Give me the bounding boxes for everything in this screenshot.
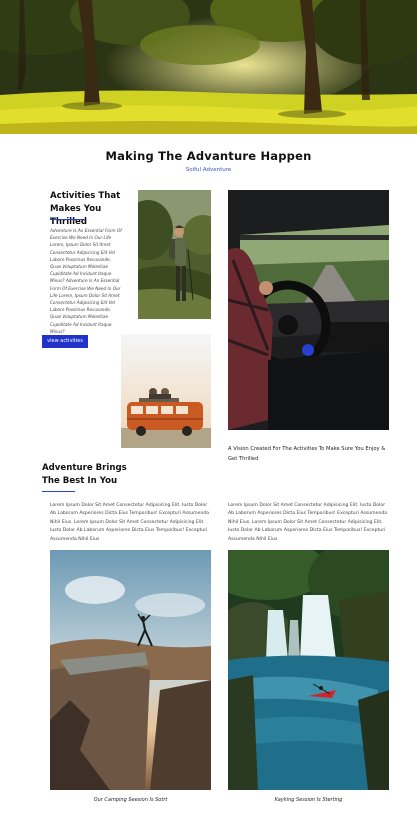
hiker-image [138,190,211,319]
waterfall-image [228,550,389,790]
view-activities-button[interactable]: view activities [42,335,88,348]
activities-heading-line1: Activities That [50,191,121,201]
page-title: Making The Advanture Happen [105,149,312,163]
brings-heading-line1: Adventure Brings [42,463,127,473]
column-right-text: Lorem Ipsum Dolor Sit Amet Consectetur A… [228,503,388,542]
cliff-image [50,550,211,790]
activities-description: Adventure Is An Essential Form Of Exerci… [50,228,122,334]
van-image [121,334,211,448]
activities-heading-underline [50,219,83,220]
brings-heading-line2: The Best In You [42,476,118,486]
vision-text: A Vision Created For The Activities To M… [228,446,386,462]
hero-image [0,0,417,134]
activities-heading: Activities That Makes You Thrilled [50,190,140,229]
brings-heading-underline [42,491,75,492]
driver-image [228,190,389,430]
cliff-caption: Our Camping Seesion Is Sotrt [93,797,168,803]
activities-heading-line2: Makes You Thrilled [50,204,102,227]
brings-heading: Adventure Brings The Best In You [42,462,132,488]
page-subtitle: Soiful Adventure [185,167,232,173]
forest-meadow-illustration [0,0,417,134]
waterfall-caption: Kayking Session Is Sterting [274,797,343,803]
column-left-text: Lorem Ipsum Dolor Sit Amet Consectetur A… [50,503,210,542]
